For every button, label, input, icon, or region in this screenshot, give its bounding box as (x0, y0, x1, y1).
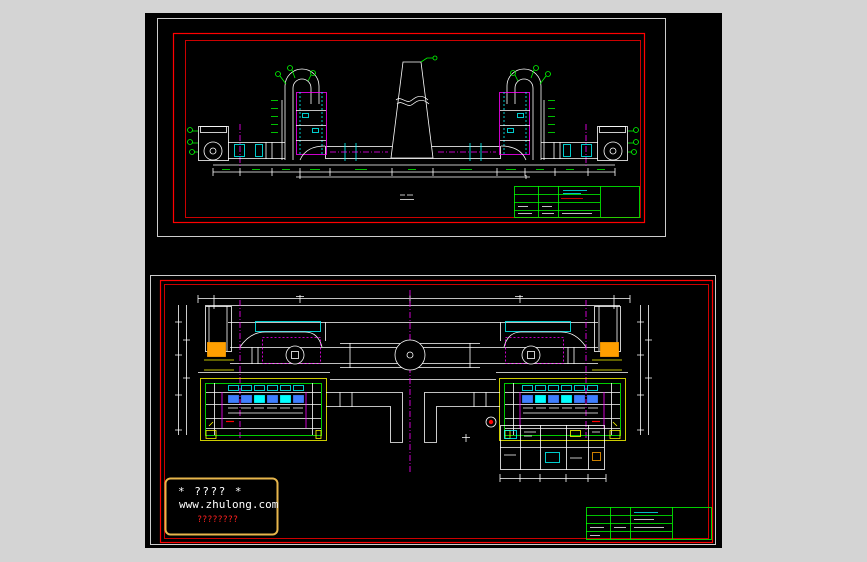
watermark-box: * ???? * www.zhulong.com ???????? (164, 477, 279, 536)
left-vertical-riser-stroke (207, 342, 226, 357)
stack-plan-circle (394, 339, 426, 371)
cad-preview-window: * ???? * www.zhulong.com ???????? (0, 0, 867, 562)
left-unit-blue-modules-stroke (254, 395, 265, 403)
left-unit-blue-modules-stroke (293, 395, 304, 403)
watermark-url: www.zhulong.com (179, 498, 279, 511)
left-unit-blue-modules-stroke (267, 395, 278, 403)
left-duct-elbow-stroke (285, 345, 305, 365)
left-unit-blue-modules-stroke (241, 395, 252, 403)
watermark-red-caption: ???????? (197, 515, 238, 525)
stack-plan-circle-stroke (394, 339, 426, 371)
cad-drawing-canvas: * ???? * www.zhulong.com ???????? (145, 13, 722, 548)
valve-symbol-stroke (488, 419, 494, 425)
watermark-stars-line: * ???? * (178, 485, 243, 498)
left-unit-blue-modules-stroke (280, 395, 291, 403)
left-unit-blue-modules-stroke (228, 395, 239, 403)
